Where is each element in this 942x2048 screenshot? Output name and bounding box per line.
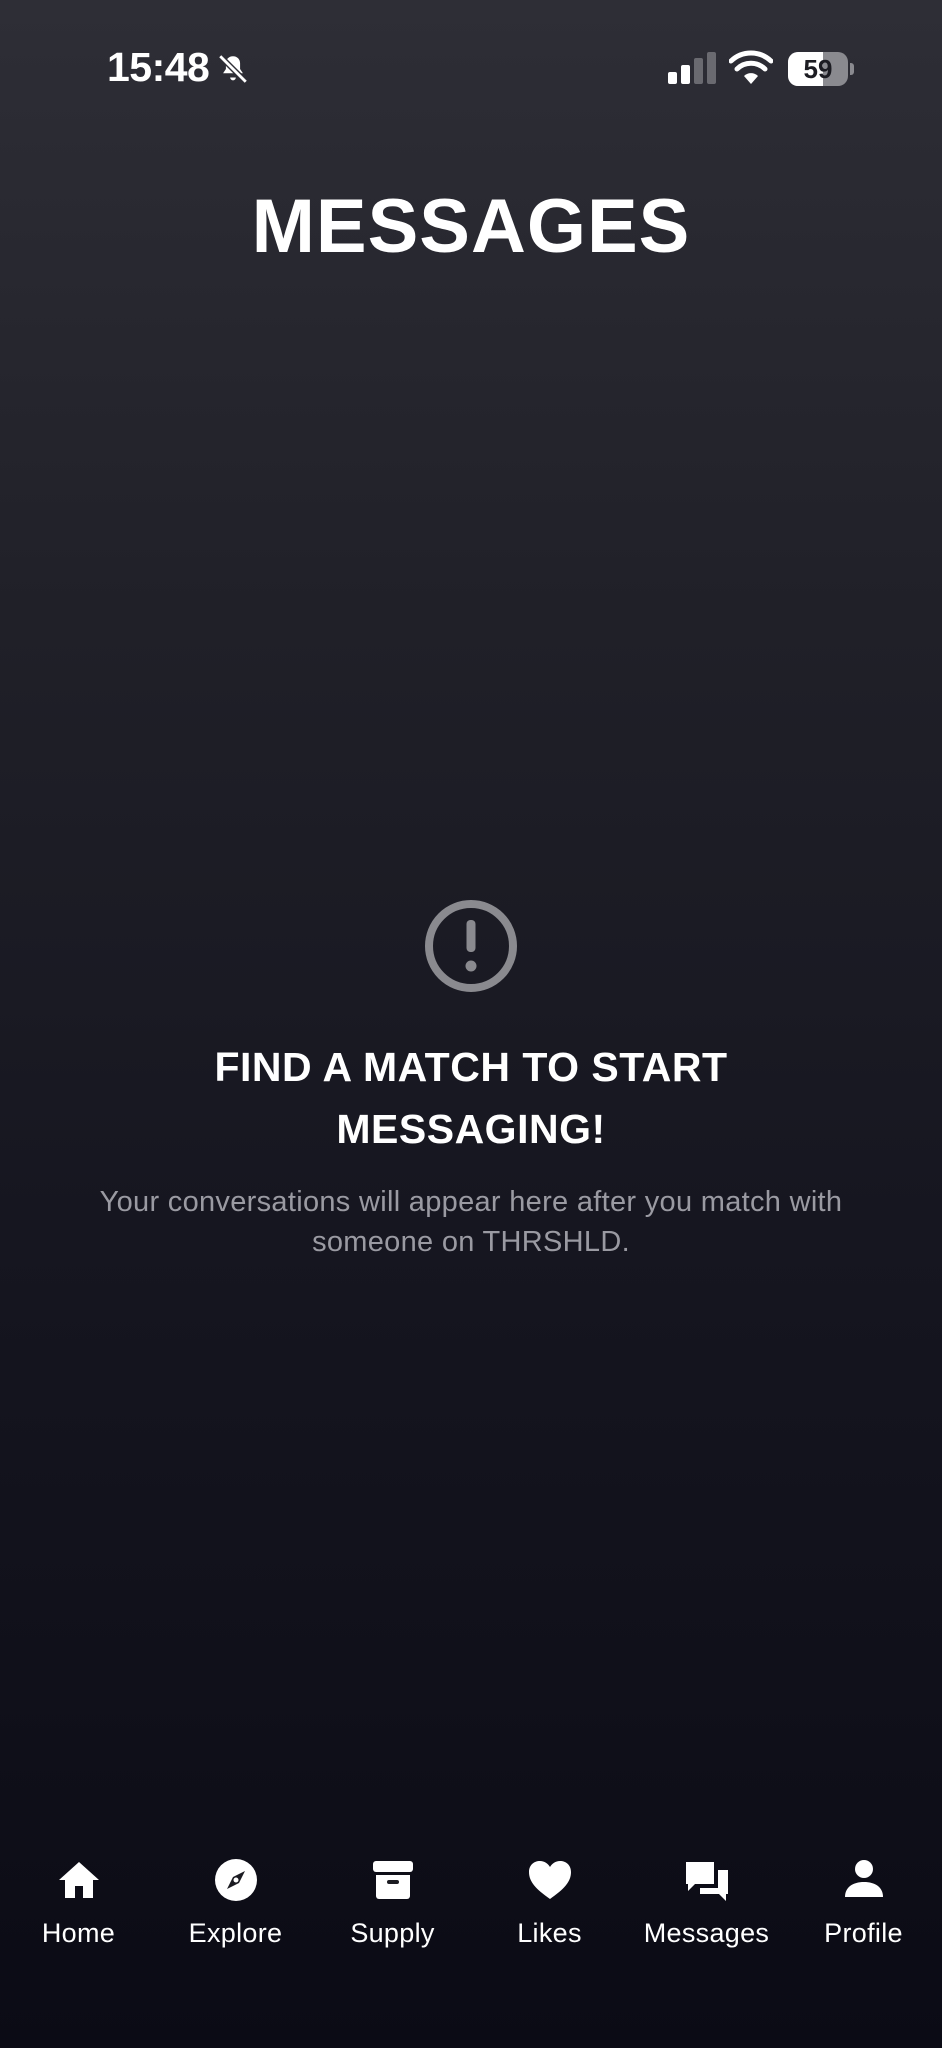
tab-bar: Home Explore Supply Likes Messages Profi… bbox=[0, 1826, 942, 1966]
tab-supply[interactable]: Supply bbox=[314, 1826, 471, 1966]
page-title: MESSAGES bbox=[251, 184, 691, 269]
tab-messages[interactable]: Messages bbox=[628, 1826, 785, 1966]
compass-icon bbox=[214, 1859, 257, 1901]
tab-label: Profile bbox=[824, 1918, 903, 1948]
wifi-icon bbox=[729, 50, 773, 84]
empty-state-body: Your conversations will appear here afte… bbox=[99, 1186, 843, 1258]
empty-state: FIND A MATCH TO START MESSAGING! Your co… bbox=[0, 898, 942, 1262]
exclamation-circle-icon bbox=[425, 900, 517, 992]
heart-icon bbox=[528, 1861, 571, 1899]
tab-explore[interactable]: Explore bbox=[157, 1826, 314, 1966]
tab-label: Explore bbox=[188, 1918, 283, 1948]
person-icon bbox=[844, 1860, 883, 1897]
status-time: 15:48 bbox=[107, 44, 210, 90]
empty-state-heading: FIND A MATCH TO START MESSAGING! bbox=[214, 1044, 728, 1152]
battery-icon: 59 bbox=[788, 52, 854, 86]
archive-box-icon bbox=[372, 1861, 413, 1899]
tab-label: Supply bbox=[350, 1918, 435, 1948]
home-icon bbox=[58, 1862, 99, 1898]
tab-profile[interactable]: Profile bbox=[785, 1826, 942, 1966]
tab-label: Home bbox=[41, 1918, 116, 1948]
tab-label: Messages bbox=[643, 1918, 770, 1948]
tab-label: Likes bbox=[517, 1918, 582, 1948]
status-bar: 15:48 59 bbox=[0, 0, 942, 140]
tab-home[interactable]: Home bbox=[0, 1826, 157, 1966]
tab-likes[interactable]: Likes bbox=[471, 1826, 628, 1966]
bell-slash-icon bbox=[218, 54, 248, 84]
chat-bubbles-icon bbox=[685, 1862, 728, 1901]
battery-percent: 59 bbox=[803, 54, 833, 84]
cellular-signal-icon bbox=[668, 52, 716, 84]
